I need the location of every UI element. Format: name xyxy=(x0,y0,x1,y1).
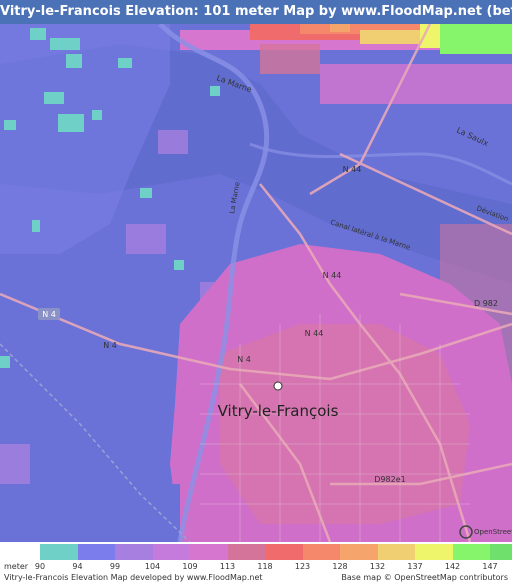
legend-swatch xyxy=(115,544,153,560)
urban-core xyxy=(220,324,470,524)
elevation-map[interactable]: N 4 N 4 N 4 N 44 N 44 N 44 D 982 D982e1 … xyxy=(0,24,512,542)
legend-tick-label: 109 xyxy=(182,562,198,571)
road-label-n44-c: N 44 xyxy=(305,329,324,338)
road-label-n44-b: N 44 xyxy=(323,271,342,280)
legend-swatch xyxy=(377,544,415,560)
footer-attribution: Base map © OpenStreetMap contributors xyxy=(341,573,508,582)
osm-watermark-text: OpenStreetMap xyxy=(474,528,512,536)
road-label-n44-a: N 44 xyxy=(343,165,362,174)
legend-swatch xyxy=(152,544,190,560)
legend-tick-label: 99 xyxy=(109,562,121,571)
legend-swatch xyxy=(302,544,340,560)
legend-tick-label: 90 xyxy=(34,562,46,571)
legend-tick-label: 113 xyxy=(219,562,236,571)
road-label-n4-b: N 4 xyxy=(103,341,117,350)
road-label-n4-a: N 4 xyxy=(42,310,56,319)
legend-tick-label: 132 xyxy=(369,562,386,571)
legend-swatch xyxy=(227,544,265,560)
legend-tick-label: 104 xyxy=(144,562,161,571)
legend-tick-label: 118 xyxy=(257,562,273,571)
southwest-lowland xyxy=(0,484,180,542)
legend-tick-label: 137 xyxy=(407,562,423,571)
legend-tick-label: 147 xyxy=(482,562,498,571)
legend-swatch xyxy=(265,544,303,560)
legend-tick-label: 94 xyxy=(72,562,83,571)
footer-credit: Vitry-le-Francois Elevation Map develope… xyxy=(4,573,263,582)
legend-tick-label: 142 xyxy=(444,562,461,571)
location-marker xyxy=(273,381,283,391)
map-canvas[interactable]: N 4 N 4 N 4 N 44 N 44 N 44 D 982 D982e1 … xyxy=(0,24,512,542)
legend-swatch xyxy=(40,544,78,560)
legend-swatch xyxy=(340,544,378,560)
road-label-d982e1: D982e1 xyxy=(374,475,405,484)
legend-tick-label: 123 xyxy=(294,562,311,571)
legend-swatch xyxy=(415,544,453,560)
road-label-d982: D 982 xyxy=(474,299,498,308)
map-title: Vitry-le-Francois Elevation: 101 meter M… xyxy=(0,0,512,24)
legend-tick-label: 128 xyxy=(332,562,348,571)
legend-swatch xyxy=(452,544,490,560)
elevation-legend: meter 90 94 99 104 109 113 118 123 128 132 137 142 1… xyxy=(0,542,512,582)
road-label-n4-c: N 4 xyxy=(237,355,251,364)
legend-swatch xyxy=(77,544,115,560)
legend-swatch xyxy=(190,544,228,560)
legend-swatch xyxy=(490,544,512,560)
city-label: Vitry-le-François xyxy=(218,402,339,420)
